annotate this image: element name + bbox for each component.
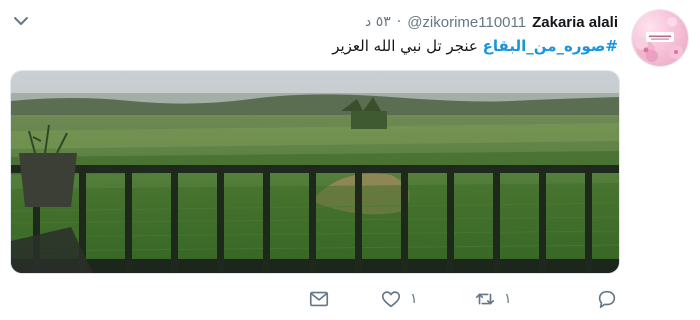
author-name[interactable]: Zakaria alali xyxy=(532,14,618,31)
tweet-actions: ١ ١ xyxy=(0,288,700,314)
retweet-button[interactable]: ١ xyxy=(474,288,512,310)
tweet-header: ٥٣ د · @zikorime110011 Zakaria alali xyxy=(365,12,618,32)
landscape-photo xyxy=(11,71,619,273)
retweet-icon xyxy=(475,293,495,305)
reply-button[interactable] xyxy=(596,288,618,310)
flower-avatar-icon xyxy=(636,17,683,62)
envelope-icon xyxy=(309,291,329,307)
tweet: ٥٣ د · @zikorime110011 Zakaria alali #صو… xyxy=(0,0,700,320)
tweet-body-text: عنجر تل نبي الله العزير xyxy=(332,37,478,55)
retweet-count: ١ xyxy=(504,291,512,307)
heart-icon xyxy=(381,291,401,308)
like-count: ١ xyxy=(410,291,418,307)
chevron-down-icon[interactable] xyxy=(12,12,30,30)
header-separator: · xyxy=(396,14,402,30)
avatar[interactable] xyxy=(632,10,688,66)
author-handle[interactable]: @zikorime110011 xyxy=(407,14,526,31)
like-button[interactable]: ١ xyxy=(380,288,418,310)
reply-icon xyxy=(598,290,616,309)
tweet-photo[interactable] xyxy=(10,70,620,274)
direct-message-button[interactable] xyxy=(308,288,330,310)
tweet-text: #صوره_من_البقاع عنجر تل نبي الله العزير xyxy=(98,35,618,57)
tweet-timestamp[interactable]: ٥٣ د xyxy=(365,14,391,30)
hashtag-link[interactable]: #صوره_من_البقاع xyxy=(483,37,618,55)
